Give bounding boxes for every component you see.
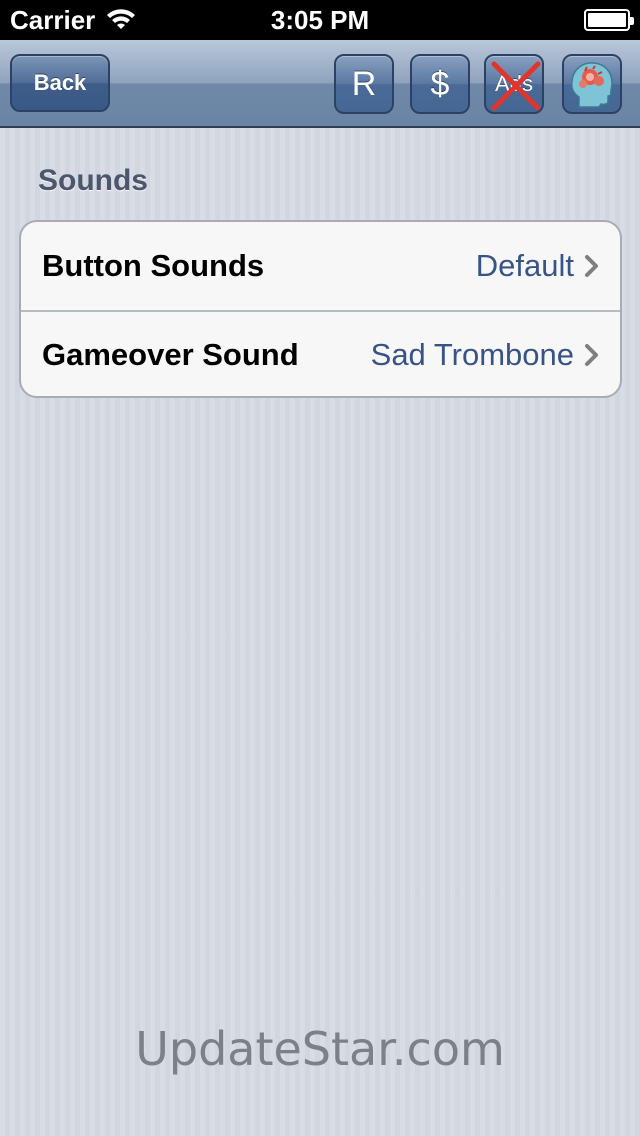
chevron-right-icon — [584, 343, 600, 367]
r-button[interactable]: R — [334, 54, 394, 114]
row-value: Sad Trombone — [370, 337, 574, 372]
profile-button[interactable] — [562, 54, 622, 114]
chevron-right-icon — [584, 254, 600, 278]
sounds-settings-group: Button Sounds Default Gameover Sound Sad… — [19, 220, 622, 398]
gameover-sound-row[interactable]: Gameover Sound Sad Trombone — [21, 310, 620, 396]
status-bar: Carrier 3:05 PM — [0, 0, 640, 40]
dollar-button[interactable]: $ — [410, 54, 470, 114]
no-ads-icon — [491, 61, 541, 111]
row-label: Gameover Sound — [42, 337, 299, 372]
section-title: Sounds — [38, 164, 148, 197]
navigation-bar: Back R $ Ads — [0, 40, 640, 128]
avatar-icon — [571, 62, 613, 108]
wifi-icon — [105, 6, 137, 35]
status-left: Carrier — [10, 5, 137, 36]
row-label: Button Sounds — [42, 248, 265, 283]
row-value: Default — [475, 248, 574, 283]
button-sounds-row[interactable]: Button Sounds Default — [21, 222, 620, 310]
battery-icon — [584, 9, 634, 31]
watermark: UpdateStar.com — [135, 1022, 505, 1076]
row-detail: Default — [476, 248, 600, 284]
battery-fill — [588, 13, 626, 27]
carrier-label: Carrier — [10, 4, 96, 35]
row-detail: Sad Trombone — [371, 337, 600, 373]
back-button[interactable]: Back — [10, 54, 110, 112]
remove-ads-button[interactable]: Ads — [484, 54, 544, 114]
